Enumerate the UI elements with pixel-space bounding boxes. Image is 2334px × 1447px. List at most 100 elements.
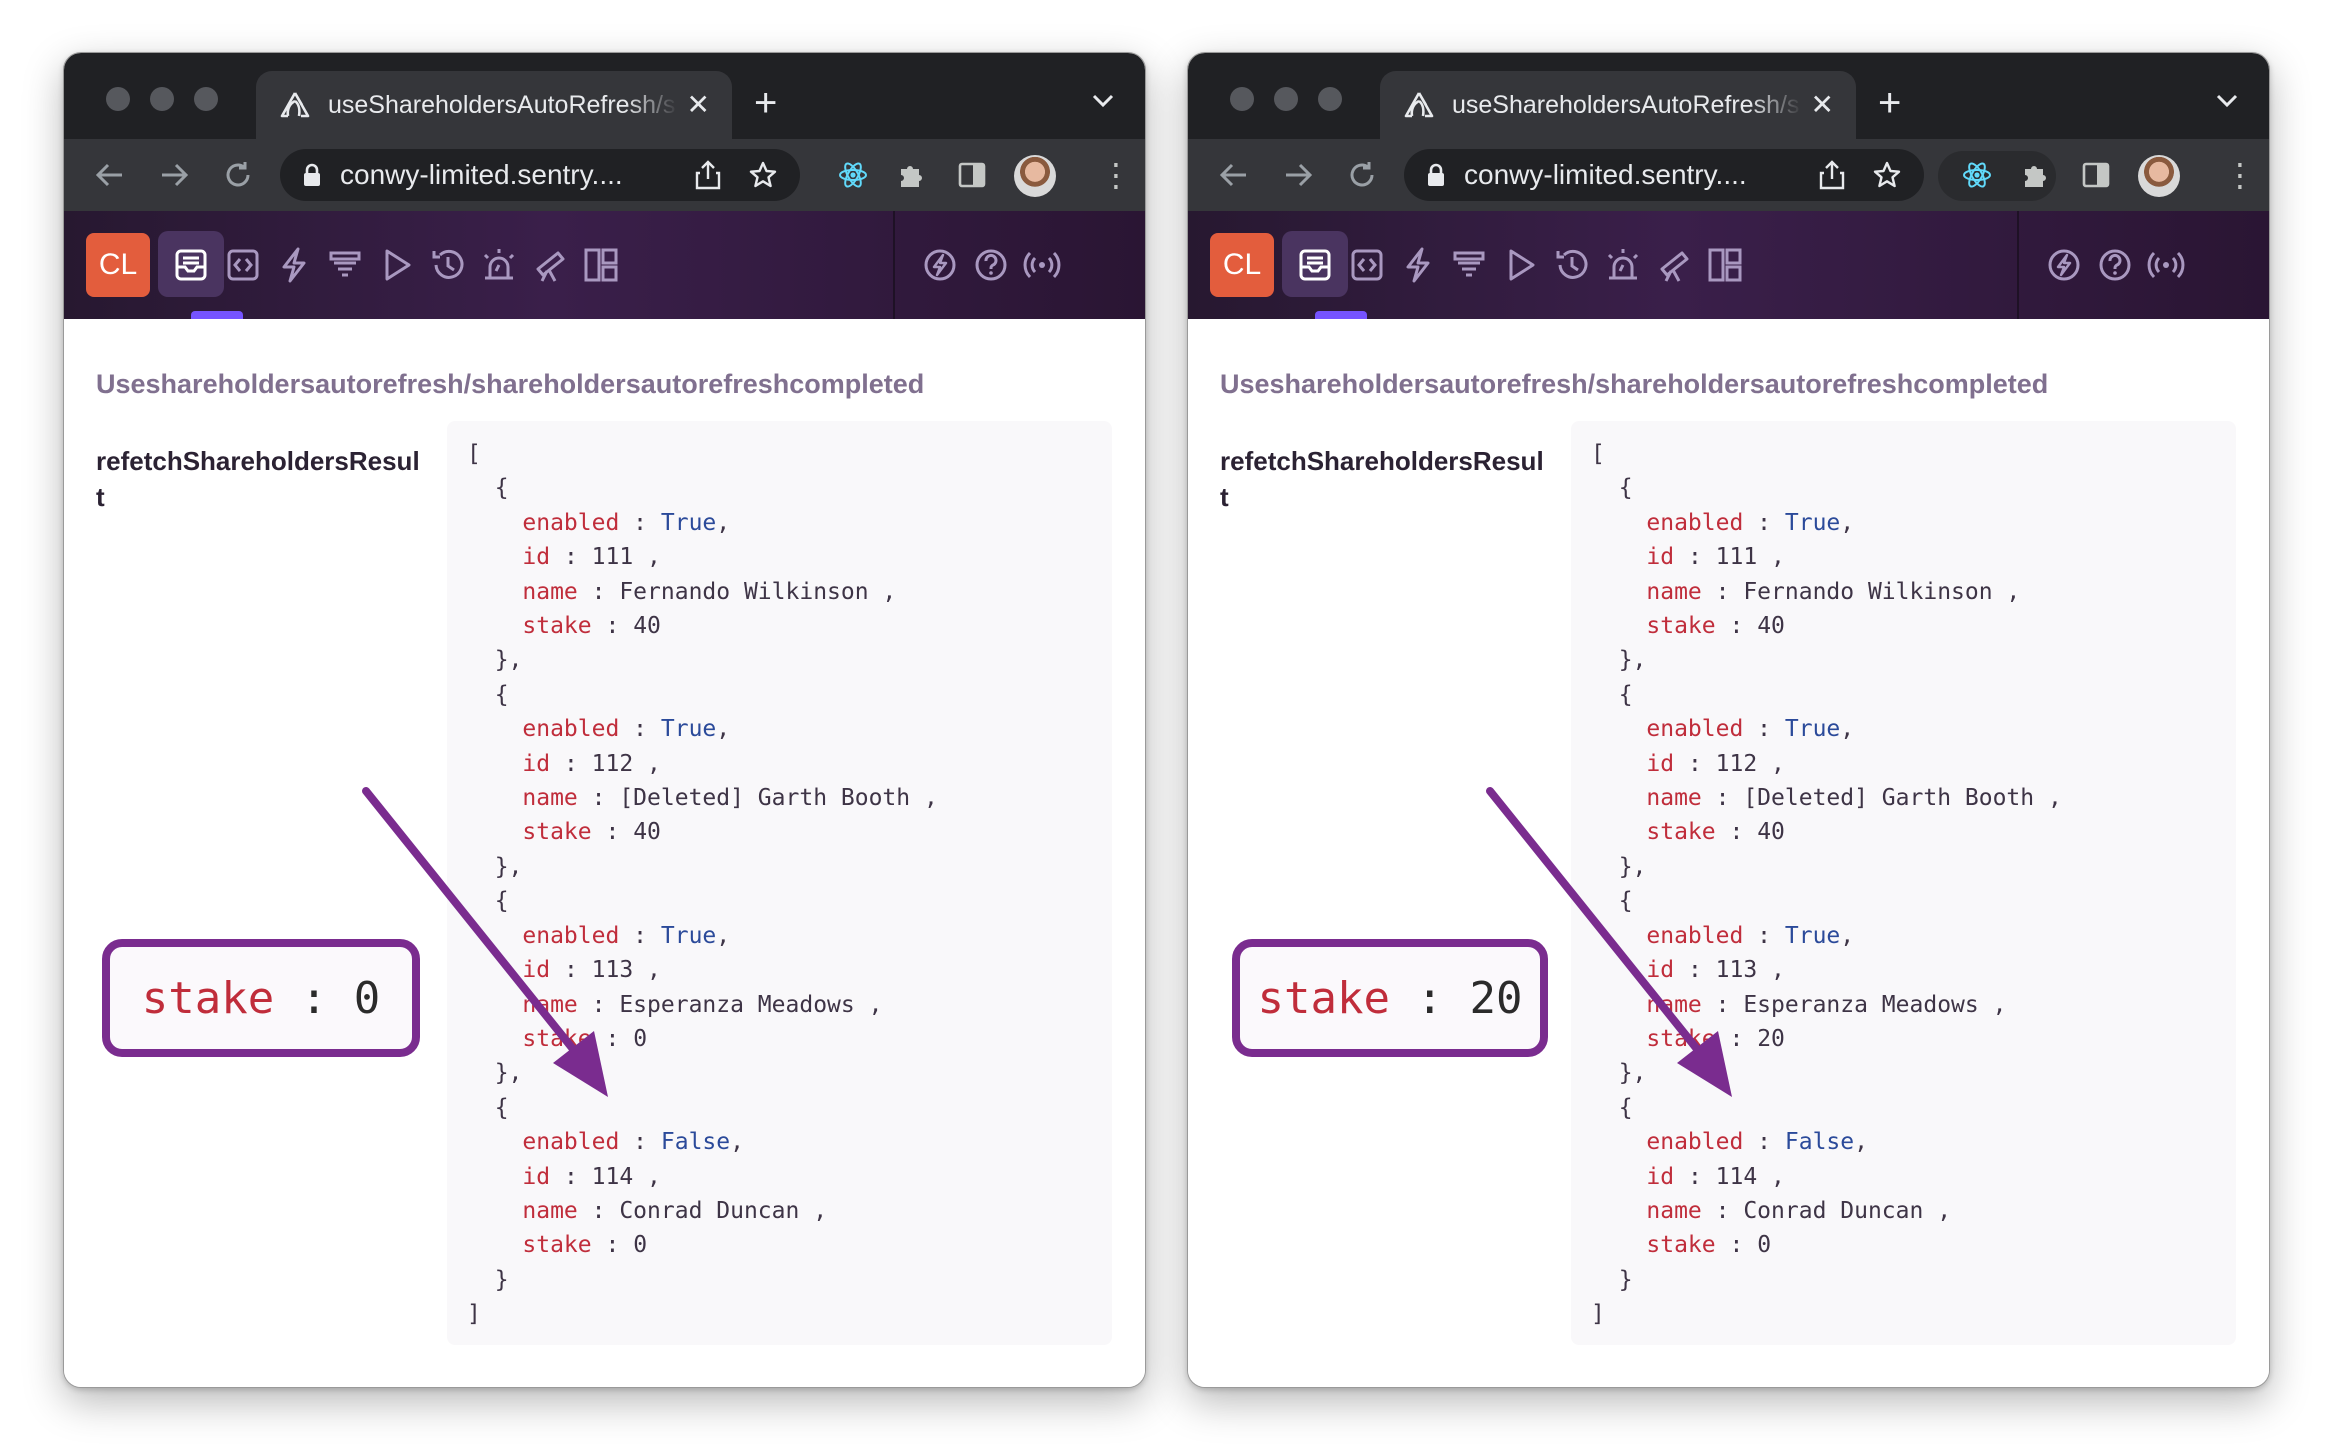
browser-tab[interactable]: useShareholdersAutoRefresh/s ✕ <box>1380 71 1856 139</box>
avatar[interactable] <box>2138 155 2180 197</box>
back-arrow-icon[interactable] <box>94 159 126 191</box>
react-devtools-icon[interactable] <box>1961 159 1993 191</box>
feedback-icon[interactable] <box>628 241 648 289</box>
plus-icon[interactable]: + <box>1878 83 1901 123</box>
side-panel-icon[interactable] <box>956 159 988 191</box>
active-tab-indicator <box>191 311 243 319</box>
json-key: id <box>1646 957 1675 984</box>
alert-siren-icon[interactable] <box>1599 241 1647 289</box>
callout-value: 0 <box>353 972 381 1024</box>
play-icon[interactable] <box>372 241 420 289</box>
org-badge[interactable]: CL <box>86 233 150 297</box>
json-key: id <box>1646 544 1675 571</box>
json-key: id <box>1646 1163 1675 1190</box>
code-brackets-icon[interactable] <box>1343 241 1391 289</box>
json-key: stake <box>1646 613 1716 640</box>
code-brackets-icon[interactable] <box>219 241 267 289</box>
forward-arrow-icon[interactable] <box>1282 159 1314 191</box>
browser-toolbar: conwy-limited.sentry.... ⋮ <box>1188 139 2269 211</box>
close-icon[interactable]: ✕ <box>687 91 710 119</box>
browser-toolbar: conwy-limited.sentry.... ⋮ <box>64 139 1145 211</box>
funnel-icon[interactable] <box>321 241 369 289</box>
json-key: id <box>522 1163 551 1190</box>
json-value-id: 113 <box>591 957 634 984</box>
tab-title: useShareholdersAutoRefresh/s <box>328 90 676 119</box>
json-key: stake <box>522 613 592 640</box>
history-clock-icon[interactable] <box>424 241 472 289</box>
telescope-icon[interactable] <box>1650 241 1698 289</box>
star-icon[interactable] <box>1872 160 1902 190</box>
bolt-circle-icon[interactable] <box>2040 241 2088 289</box>
callout-key: stake <box>1257 972 1390 1024</box>
share-icon[interactable] <box>694 160 722 190</box>
close-icon[interactable]: ✕ <box>1811 91 1834 119</box>
json-value-id: 112 <box>591 750 634 777</box>
lightning-icon[interactable] <box>270 241 318 289</box>
minimize-window-button[interactable] <box>1274 87 1298 111</box>
play-icon[interactable] <box>1496 241 1544 289</box>
issues-inbox-icon[interactable] <box>158 231 224 297</box>
zoom-window-button[interactable] <box>1318 87 1342 111</box>
dashboards-grid-icon[interactable] <box>1701 241 1749 289</box>
page-title: Useshareholdersautorefresh/shareholdersa… <box>1220 369 2049 399</box>
alert-siren-icon[interactable] <box>475 241 523 289</box>
json-key: enabled <box>522 509 620 536</box>
tab-title: useShareholdersAutoRefresh/s <box>1452 90 1800 119</box>
chevron-down-icon[interactable] <box>2215 93 2239 109</box>
org-badge[interactable]: CL <box>1210 233 1274 297</box>
puzzle-extensions-icon[interactable] <box>895 159 927 191</box>
close-window-button[interactable] <box>1230 87 1254 111</box>
json-key: stake <box>522 1232 592 1259</box>
panel-content: Useshareholdersautorefresh/shareholdersa… <box>1188 319 2269 1387</box>
help-circle-icon[interactable] <box>967 241 1015 289</box>
json-value-stake: 40 <box>633 819 661 846</box>
broadcast-icon[interactable] <box>1018 241 1066 289</box>
minimize-window-button[interactable] <box>150 87 174 111</box>
lightning-icon[interactable] <box>1394 241 1442 289</box>
help-circle-icon[interactable] <box>2091 241 2139 289</box>
json-key: enabled <box>522 716 620 743</box>
json-value-stake: 0 <box>1757 1232 1772 1259</box>
stake-callout: stake : 20 <box>1232 939 1548 1057</box>
address-bar[interactable]: conwy-limited.sentry.... <box>1404 149 1924 201</box>
dashboards-grid-icon[interactable] <box>577 241 625 289</box>
json-value-enabled: False <box>660 1129 731 1156</box>
kebab-menu-icon[interactable]: ⋮ <box>1100 159 1132 191</box>
puzzle-extensions-icon[interactable] <box>2019 159 2051 191</box>
funnel-icon[interactable] <box>1445 241 1493 289</box>
broadcast-icon[interactable] <box>2142 241 2190 289</box>
address-bar[interactable]: conwy-limited.sentry.... <box>280 149 800 201</box>
telescope-icon[interactable] <box>526 241 574 289</box>
side-panel-icon[interactable] <box>2080 159 2112 191</box>
kebab-menu-icon[interactable]: ⋮ <box>2224 159 2256 191</box>
active-tab-indicator <box>1315 311 1367 319</box>
json-key: stake <box>1646 819 1716 846</box>
star-icon[interactable] <box>748 160 778 190</box>
json-value-name: Conrad Duncan <box>619 1197 800 1224</box>
json-value-id: 113 <box>1715 957 1758 984</box>
json-value-id: 114 <box>591 1163 634 1190</box>
close-window-button[interactable] <box>106 87 130 111</box>
prop-label: refetchShareholdersResult <box>96 446 420 512</box>
json-value-name: Esperanza Meadows <box>619 991 855 1018</box>
reload-icon[interactable] <box>222 159 254 191</box>
back-arrow-icon[interactable] <box>1218 159 1250 191</box>
json-value-name: [Deleted] Garth Booth <box>619 785 911 812</box>
reload-icon[interactable] <box>1346 159 1378 191</box>
share-icon[interactable] <box>1818 160 1846 190</box>
issues-inbox-icon[interactable] <box>1282 231 1348 297</box>
json-key: enabled <box>522 922 620 949</box>
feedback-icon[interactable] <box>1752 241 1772 289</box>
bolt-circle-icon[interactable] <box>916 241 964 289</box>
react-devtools-icon[interactable] <box>837 159 869 191</box>
history-clock-icon[interactable] <box>1548 241 1596 289</box>
page-title: Useshareholdersautorefresh/shareholdersa… <box>96 369 925 399</box>
tab-strip: useShareholdersAutoRefresh/s ✕ + <box>64 53 1145 139</box>
plus-icon[interactable]: + <box>754 83 777 123</box>
browser-tab[interactable]: useShareholdersAutoRefresh/s ✕ <box>256 71 732 139</box>
chevron-down-icon[interactable] <box>1091 93 1115 109</box>
avatar[interactable] <box>1014 155 1056 197</box>
forward-arrow-icon[interactable] <box>158 159 190 191</box>
json-value-enabled: True <box>660 716 717 743</box>
zoom-window-button[interactable] <box>194 87 218 111</box>
